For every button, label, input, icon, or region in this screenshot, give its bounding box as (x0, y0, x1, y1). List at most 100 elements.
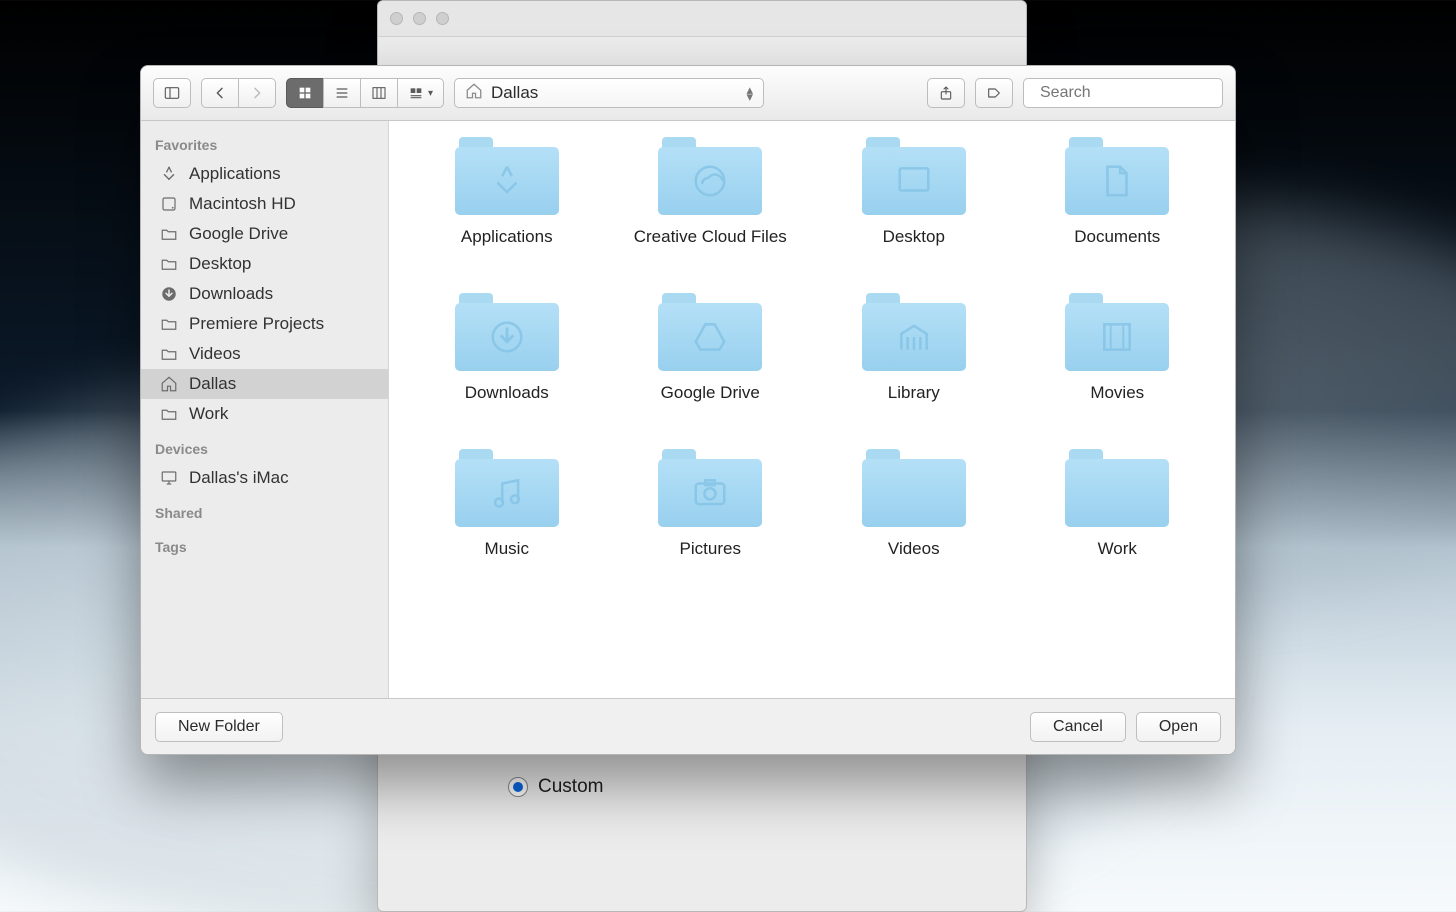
sidebar-section-tags: Tags (141, 533, 388, 561)
back-button[interactable] (201, 78, 238, 108)
folder-label: Google Drive (661, 383, 760, 403)
blank-glyph-icon (862, 459, 966, 527)
folder-icon (455, 137, 559, 215)
sidebar-item-downloads[interactable]: Downloads (141, 279, 388, 309)
folder-work[interactable]: Work (1024, 449, 1212, 559)
sidebar-item-label: Videos (189, 344, 241, 364)
grid-icon (297, 85, 313, 101)
folder-label: Music (485, 539, 529, 559)
forward-button[interactable] (238, 78, 276, 108)
folder-label: Videos (888, 539, 940, 559)
sidebar-item-desktop[interactable]: Desktop (141, 249, 388, 279)
folder-movies[interactable]: Movies (1024, 293, 1212, 403)
new-folder-button[interactable]: New Folder (155, 712, 283, 742)
folder-icon (658, 293, 762, 371)
coverflow-icon (408, 85, 424, 101)
folder-creative-cloud-files[interactable]: Creative Cloud Files (617, 137, 805, 247)
cancel-button[interactable]: Cancel (1030, 712, 1126, 742)
folder-library[interactable]: Library (820, 293, 1008, 403)
folder-icon (1065, 449, 1169, 527)
folder-pictures[interactable]: Pictures (617, 449, 805, 559)
gallery-view-button[interactable]: ▾ (397, 78, 444, 108)
folder-label: Applications (461, 227, 553, 247)
pictures-glyph-icon (658, 459, 762, 527)
updown-icon: ▴▾ (747, 86, 754, 100)
folder-icon (159, 254, 179, 274)
list-view-button[interactable] (323, 78, 360, 108)
sidebar-icon (164, 85, 180, 101)
open-button[interactable]: Open (1136, 712, 1221, 742)
hd-icon (159, 194, 179, 214)
folder-documents[interactable]: Documents (1024, 137, 1212, 247)
folder-icon (455, 293, 559, 371)
tags-button[interactable] (975, 78, 1013, 108)
dialog-footer: New Folder Cancel Open (141, 698, 1235, 754)
list-icon (334, 85, 350, 101)
folder-icon (658, 137, 762, 215)
folder-icon (159, 404, 179, 424)
folder-label: Desktop (883, 227, 945, 247)
minimize-icon[interactable] (413, 12, 426, 25)
desktop-glyph-icon (862, 147, 966, 215)
sidebar-toggle-button[interactable] (153, 78, 191, 108)
folder-google-drive[interactable]: Google Drive (617, 293, 805, 403)
search-input[interactable] (1040, 84, 1236, 102)
folder-downloads[interactable]: Downloads (413, 293, 601, 403)
tag-icon (986, 85, 1002, 101)
folder-icon (455, 449, 559, 527)
music-glyph-icon (455, 459, 559, 527)
sidebar-section-favorites: Favorites (141, 131, 388, 159)
download-glyph-icon (455, 303, 559, 371)
sidebar-item-applications[interactable]: Applications (141, 159, 388, 189)
folder-label: Movies (1090, 383, 1144, 403)
sidebar-item-dallas[interactable]: Dallas (141, 369, 388, 399)
sidebar-item-macintosh-hd[interactable]: Macintosh HD (141, 189, 388, 219)
drive-glyph-icon (658, 303, 762, 371)
close-icon[interactable] (390, 12, 403, 25)
sidebar-item-premiere-projects[interactable]: Premiere Projects (141, 309, 388, 339)
sidebar-item-dallas-s-imac[interactable]: Dallas's iMac (141, 463, 388, 493)
cc-glyph-icon (658, 147, 762, 215)
search-field[interactable] (1023, 78, 1223, 108)
file-grid: Applications Creative Cloud Files Desktop D… (389, 121, 1235, 698)
apps-glyph-icon (455, 147, 559, 215)
sidebar-item-google-drive[interactable]: Google Drive (141, 219, 388, 249)
column-view-button[interactable] (360, 78, 397, 108)
location-popup[interactable]: Dallas ▴▾ (454, 78, 764, 108)
folder-label: Work (1098, 539, 1137, 559)
folder-label: Creative Cloud Files (634, 227, 787, 247)
sidebar-item-work[interactable]: Work (141, 399, 388, 429)
movies-glyph-icon (1065, 303, 1169, 371)
folder-icon (159, 314, 179, 334)
zoom-icon[interactable] (436, 12, 449, 25)
sidebar-item-videos[interactable]: Videos (141, 339, 388, 369)
folder-applications[interactable]: Applications (413, 137, 601, 247)
share-button[interactable] (927, 78, 965, 108)
folder-label: Documents (1074, 227, 1160, 247)
home-icon (465, 82, 483, 105)
folder-music[interactable]: Music (413, 449, 601, 559)
folder-icon (159, 344, 179, 364)
parent-radio-row[interactable]: Custom (508, 776, 603, 798)
sidebar-item-label: Applications (189, 164, 281, 184)
radio-custom-label: Custom (538, 776, 603, 798)
sidebar-section-devices: Devices (141, 435, 388, 463)
folder-videos[interactable]: Videos (820, 449, 1008, 559)
folder-icon (862, 293, 966, 371)
sidebar-item-label: Downloads (189, 284, 273, 304)
folder-label: Downloads (465, 383, 549, 403)
nav-segment (201, 78, 276, 108)
folder-desktop[interactable]: Desktop (820, 137, 1008, 247)
icon-view-button[interactable] (286, 78, 323, 108)
library-glyph-icon (862, 303, 966, 371)
folder-icon (1065, 137, 1169, 215)
sidebar-item-label: Macintosh HD (189, 194, 296, 214)
folder-label: Pictures (680, 539, 741, 559)
open-file-dialog: ▾ Dallas ▴▾ Favorites ApplicationsMa (140, 65, 1236, 755)
sidebar: Favorites Applications Macintosh HD Google… (141, 121, 389, 698)
radio-custom[interactable] (508, 777, 528, 797)
chevron-right-icon (249, 85, 265, 101)
location-label: Dallas (491, 83, 538, 103)
columns-icon (371, 85, 387, 101)
folder-icon (862, 449, 966, 527)
